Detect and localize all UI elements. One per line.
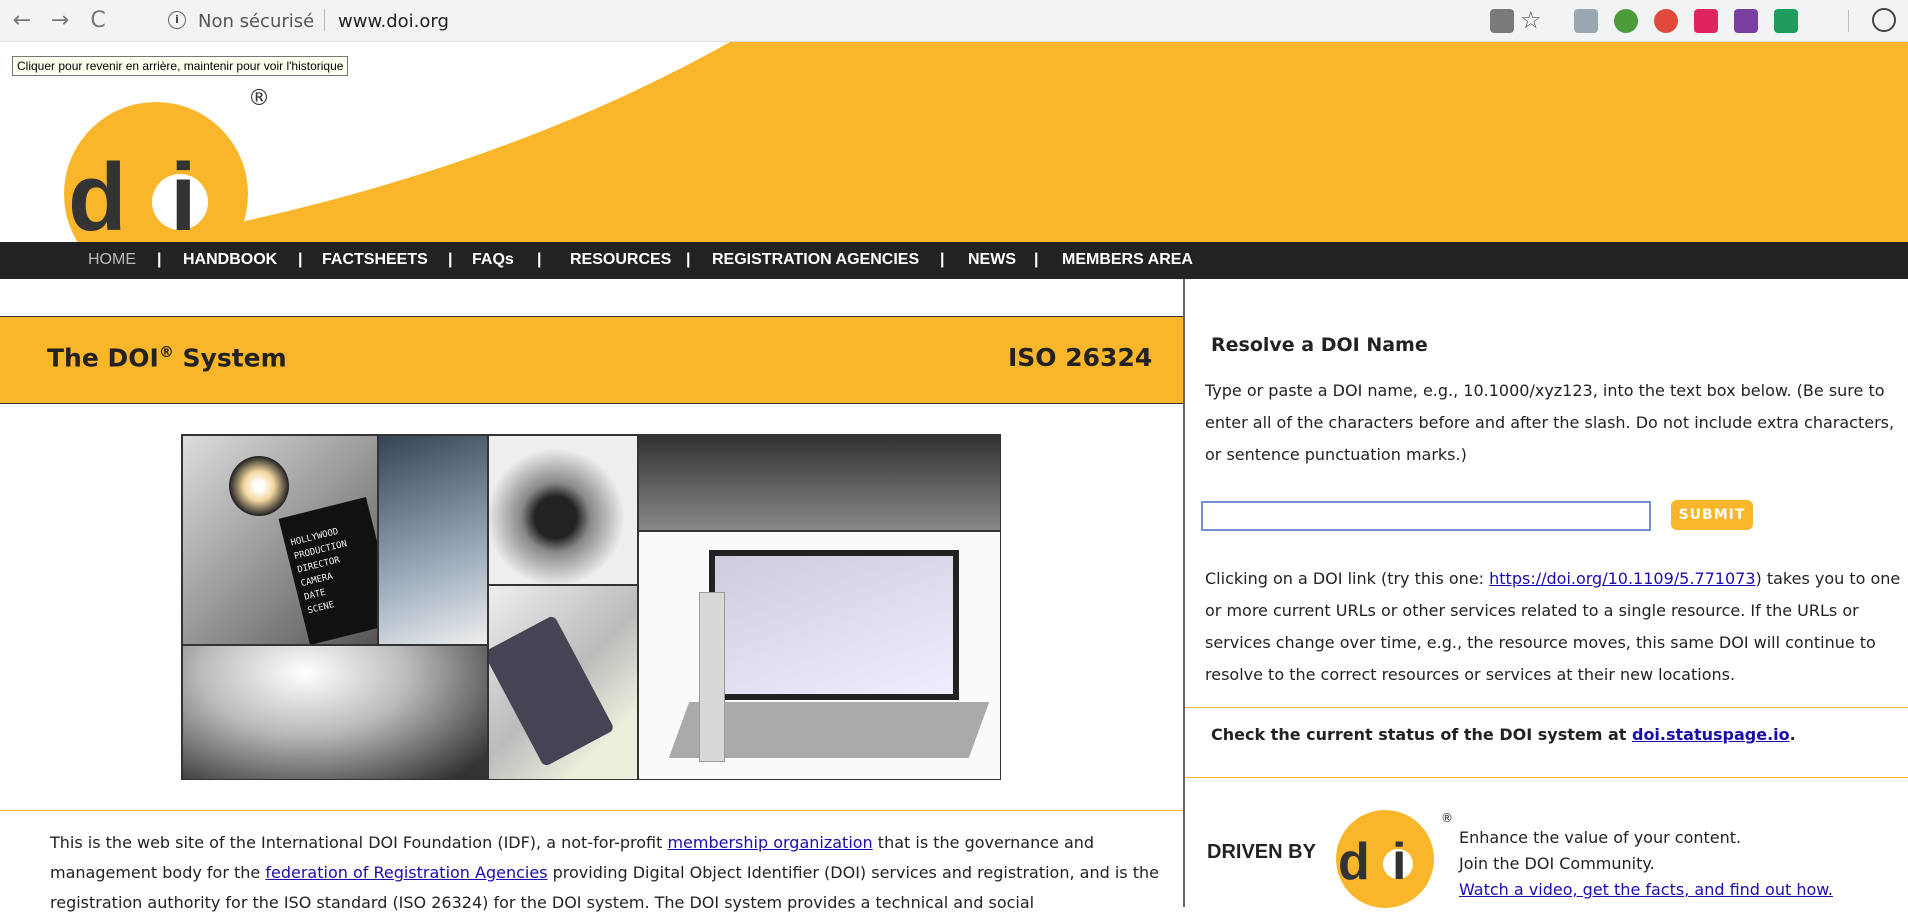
info-icon[interactable]: i — [168, 11, 186, 29]
nav-factsheets[interactable]: FACTSHEETS — [322, 251, 428, 269]
mixer-tile — [638, 435, 1000, 531]
nav-members-area[interactable]: MEMBERS AREA — [1062, 251, 1193, 269]
driven-registered-mark: ® — [1441, 811, 1453, 825]
extension-pocket-icon[interactable] — [1694, 9, 1718, 33]
nav-separator: | — [940, 251, 945, 268]
extension-evernote-icon[interactable] — [1774, 9, 1798, 33]
extension-globe-icon[interactable] — [1614, 9, 1638, 33]
camera-tile — [488, 435, 638, 585]
nav-separator: | — [448, 251, 453, 268]
resolve-instructions: Type or paste a DOI name, e.g., 10.1000/… — [1205, 381, 1895, 464]
profile-icon[interactable] — [1872, 8, 1896, 32]
status-period: . — [1789, 725, 1796, 744]
nav-separator: | — [686, 251, 691, 268]
doi-link-explanation: Clicking on a DOI link (try this one: ht… — [1205, 563, 1905, 691]
reload-icon[interactable]: C — [84, 7, 112, 35]
statuspage-link[interactable]: doi.statuspage.io — [1632, 725, 1790, 744]
url-text[interactable]: www.doi.org — [338, 11, 449, 32]
title-registered: ® — [158, 343, 174, 361]
submit-button[interactable]: SUBMIT — [1671, 500, 1753, 530]
translate-icon[interactable] — [1490, 9, 1514, 33]
toolbar-separator — [1848, 10, 1849, 32]
nav-news[interactable]: NEWS — [968, 251, 1016, 269]
clapperboard-tile: HOLLYWOOD PRODUCTION DIRECTOR CAMERA DAT… — [182, 435, 378, 645]
logo-registered-mark: ® — [248, 86, 270, 111]
nav-separator: | — [298, 251, 303, 268]
nav-separator: | — [1034, 251, 1039, 268]
content-rule — [0, 810, 1183, 811]
tablet-tile — [488, 585, 638, 779]
satellite-dish-tile — [182, 645, 488, 779]
page-title: The DOI® System — [47, 343, 287, 372]
intro-paragraph: This is the web site of the Internationa… — [50, 828, 1160, 918]
title-text: The DOI — [47, 343, 159, 373]
system-title-bar: The DOI® System ISO 26324 — [0, 316, 1183, 404]
extension-onenote-icon[interactable] — [1734, 9, 1758, 33]
example-doi-link[interactable]: https://doi.org/10.1109/5.771073 — [1489, 569, 1755, 588]
address-bar[interactable]: i Non sécurisé www.doi.org — [158, 5, 1448, 37]
status-line: Check the current status of the DOI syst… — [1211, 725, 1796, 744]
enhance-text: Enhance the value of your content. — [1459, 828, 1742, 847]
iso-label: ISO 26324 — [1008, 343, 1153, 372]
extension-shield-icon[interactable] — [1654, 9, 1678, 33]
browser-toolbar: ← → C i Non sécurisé www.doi.org ☆ — [0, 0, 1908, 42]
back-arrow-icon[interactable]: ← — [8, 7, 36, 35]
join-text: Join the DOI Community. — [1459, 854, 1655, 873]
nav-separator: | — [157, 251, 162, 268]
nav-registration-agencies[interactable]: REGISTRATION AGENCIES — [712, 251, 919, 269]
doi-logo-icon[interactable]: d i — [62, 100, 250, 242]
svg-text:d: d — [68, 144, 127, 242]
forward-arrow-icon[interactable]: → — [46, 7, 74, 35]
main-nav: HOME | HANDBOOK | FACTSHEETS | FAQs | RE… — [0, 242, 1908, 279]
extension-badge-icon[interactable] — [1574, 9, 1598, 33]
federation-link[interactable]: federation of Registration Agencies — [265, 863, 547, 882]
resolver-sidebar: Resolve a DOI Name Type or paste a DOI n… — [1185, 279, 1908, 909]
back-tooltip: Cliquer pour revenir en arrière, mainten… — [12, 56, 349, 76]
svg-text:i: i — [1392, 833, 1406, 891]
driven-doi-logo-icon[interactable]: d i — [1335, 809, 1435, 909]
svg-text:i: i — [170, 144, 197, 242]
sidebar-rule — [1185, 777, 1908, 778]
explanation-text: Clicking on a DOI link (try this one: — [1205, 569, 1490, 588]
media-collage-image: HOLLYWOOD PRODUCTION DIRECTOR CAMERA DAT… — [181, 434, 1001, 780]
bookmark-star-icon[interactable]: ☆ — [1520, 6, 1542, 34]
nav-resources[interactable]: RESOURCES — [570, 251, 671, 269]
resolve-title: Resolve a DOI Name — [1211, 334, 1428, 356]
intro-text: This is the web site of the Internationa… — [50, 833, 668, 852]
video-facts-link[interactable]: Watch a video, get the facts, and find o… — [1459, 877, 1889, 903]
nav-separator: | — [537, 251, 542, 268]
server-keyboard-tile — [378, 435, 488, 645]
nav-handbook[interactable]: HANDBOOK — [183, 251, 277, 269]
enhance-block: Enhance the value of your content. Join … — [1459, 825, 1889, 903]
address-separator — [324, 9, 325, 31]
sidebar-rule — [1185, 707, 1908, 708]
laptop-microscope-tile — [638, 531, 1000, 779]
nav-home[interactable]: HOME — [88, 251, 136, 269]
membership-link[interactable]: membership organization — [667, 833, 872, 852]
nav-faqs[interactable]: FAQs — [472, 251, 514, 269]
doi-input[interactable] — [1201, 501, 1651, 531]
title-suffix: System — [182, 343, 287, 373]
status-text: Check the current status of the DOI syst… — [1211, 725, 1632, 744]
svg-text:d: d — [1338, 833, 1370, 891]
driven-by-label: DRIVEN BY — [1207, 841, 1316, 863]
security-label: Non sécurisé — [198, 11, 315, 32]
